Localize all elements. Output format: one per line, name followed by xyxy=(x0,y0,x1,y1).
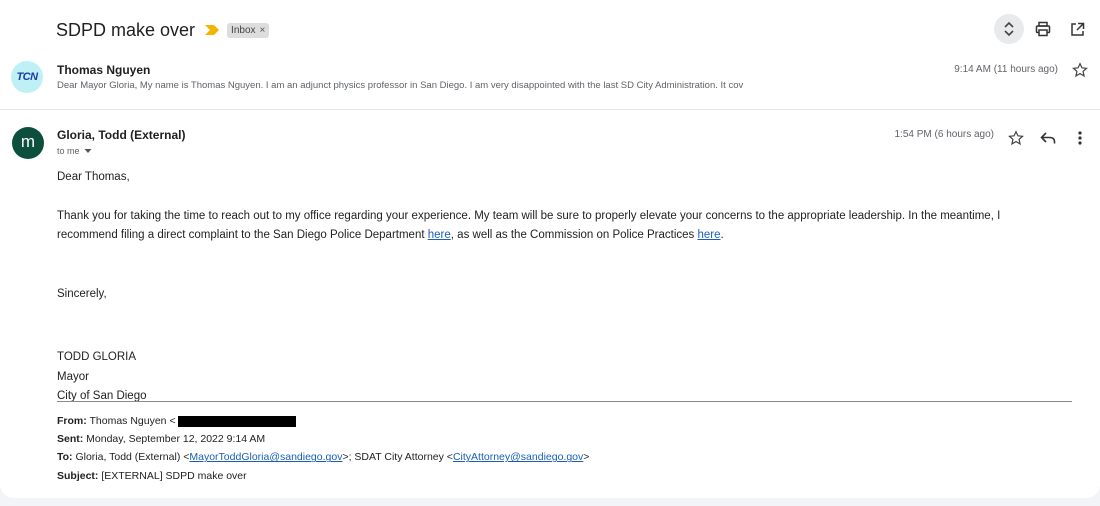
signature-title: Mayor xyxy=(57,370,89,383)
city-attorney-email-link[interactable]: CityAttorney@sandiego.gov xyxy=(453,451,583,463)
thread-subject: SDPD make over xyxy=(56,19,196,40)
quoted-sent: Sent: Monday, September 12, 2022 9:14 AM xyxy=(57,433,266,446)
reply-icon[interactable] xyxy=(1034,124,1062,152)
more-options-icon[interactable] xyxy=(1066,124,1094,152)
message-body: Dear Thomas, Thank you for taking the ti… xyxy=(57,168,1057,407)
print-icon[interactable] xyxy=(1028,14,1058,44)
signature-org: City of San Diego xyxy=(57,390,147,402)
message-time: 1:54 PM (6 hours ago) xyxy=(894,129,995,140)
recipient-label: to me xyxy=(57,146,80,156)
thread-toolbar xyxy=(994,14,1092,44)
quoted-subject: Subject: [EXTERNAL] SDPD make over xyxy=(57,469,247,482)
quote-divider xyxy=(57,401,1072,402)
important-marker-icon[interactable] xyxy=(205,25,220,35)
signature-name: TODD GLORIA xyxy=(57,351,137,363)
mayor-email-link[interactable]: MayorToddGloria@sandiego.gov xyxy=(189,451,342,463)
sender-name: Gloria, Todd (External) xyxy=(57,128,186,142)
chevron-down-icon[interactable] xyxy=(84,148,92,154)
commission-link[interactable]: here xyxy=(698,229,721,241)
expand-collapse-icon[interactable] xyxy=(994,14,1024,44)
message-snippet: Dear Mayor Gloria, My name is Thomas Ngu… xyxy=(57,80,744,91)
inbox-label[interactable]: Inbox × xyxy=(227,22,270,38)
message-time: 9:14 AM (11 hours ago) xyxy=(954,64,1058,75)
redaction-bar xyxy=(177,415,296,427)
paragraph-text: , as well as the Commission on Police Pr… xyxy=(450,229,698,241)
subject-row: SDPD make over Inbox × xyxy=(56,16,270,44)
sdpd-complaint-link[interactable]: here xyxy=(428,229,451,241)
open-in-new-window-icon[interactable] xyxy=(1062,14,1092,44)
paragraph-text: . xyxy=(720,229,724,241)
avatar-logo-text: TCN xyxy=(16,71,38,83)
remove-label-icon[interactable]: × xyxy=(260,25,266,36)
email-thread-card: SDPD make over Inbox × TCN Thomas Nguyen… xyxy=(0,0,1100,498)
message-actions xyxy=(1002,124,1094,152)
star-icon[interactable] xyxy=(1002,124,1030,152)
sender-avatar: m xyxy=(12,127,44,159)
body-paragraph: Thank you for taking the time to reach o… xyxy=(57,207,1057,246)
quoted-from: From: Thomas Nguyen < xyxy=(57,412,589,430)
quoted-to: To: Gloria, Todd (External) <MayorToddGl… xyxy=(57,451,590,464)
quoted-header: From: Thomas Nguyen < Sent: Monday, Sept… xyxy=(57,412,589,485)
inbox-label-text: Inbox xyxy=(231,24,256,36)
collapsed-message[interactable]: TCN Thomas Nguyen Dear Mayor Gloria, My … xyxy=(0,56,1100,110)
sender-avatar: TCN xyxy=(11,61,43,93)
closing: Sincerely, xyxy=(57,287,107,300)
sender-name: Thomas Nguyen xyxy=(57,63,151,77)
greeting: Dear Thomas, xyxy=(57,171,130,183)
recipient-details[interactable]: to me xyxy=(57,146,92,156)
star-icon[interactable] xyxy=(1072,62,1088,83)
